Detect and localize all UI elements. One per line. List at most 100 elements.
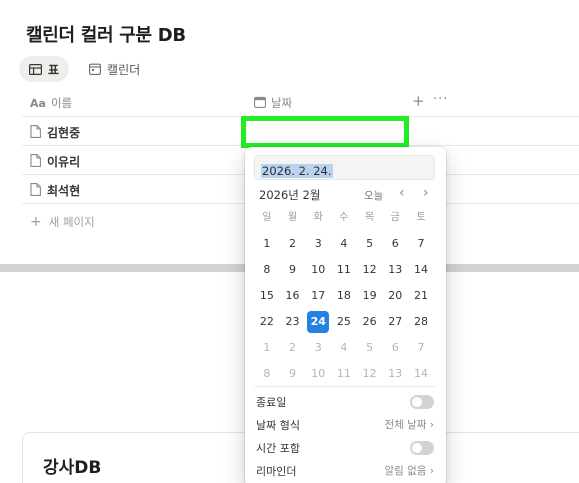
more-options-button[interactable]: ··· (433, 92, 448, 107)
calendar-day[interactable]: 13 (382, 361, 408, 387)
end-date-label: 종료일 (256, 396, 287, 409)
calendar-day[interactable]: 17 (305, 283, 331, 309)
calendar-day[interactable]: 12 (357, 361, 383, 387)
calendar-day[interactable]: 18 (331, 283, 357, 309)
calendar-week: 1234567 (254, 335, 434, 361)
calendar-day[interactable]: 5 (357, 231, 383, 257)
column-header-name[interactable]: Aa 이름 (30, 95, 72, 111)
calendar-property-icon (254, 96, 266, 111)
tab-table-view[interactable]: 표 (19, 56, 70, 82)
calendar-day[interactable]: 9 (280, 257, 306, 283)
new-page-label: 새 페이지 (48, 215, 95, 229)
calendar-day[interactable]: 9 (280, 361, 306, 387)
calendar-day[interactable]: 8 (254, 361, 280, 387)
calendar-day[interactable]: 16 (280, 283, 306, 309)
table-icon (29, 63, 42, 75)
calendar-day[interactable]: 2 (280, 231, 306, 257)
calendar-day[interactable]: 28 (408, 309, 434, 335)
row-name-text: 김현중 (47, 126, 81, 140)
calendar-day[interactable]: 24 (305, 309, 331, 335)
add-column-button[interactable]: + (412, 92, 425, 110)
include-time-option[interactable]: 시간 포함 (256, 438, 434, 456)
reminder-option[interactable]: 리마인더 알림 없음 › (256, 461, 434, 479)
calendar-day[interactable]: 7 (408, 231, 434, 257)
calendar-day[interactable]: 11 (331, 257, 357, 283)
date-format-option[interactable]: 날짜 형식 전체 날짜 › (256, 415, 434, 433)
page-icon (30, 124, 41, 141)
calendar-day[interactable]: 3 (305, 231, 331, 257)
row-name-text: 최석현 (47, 184, 81, 198)
calendar-day[interactable]: 20 (382, 283, 408, 309)
date-picker-popup: 2026. 2. 24. 2026년 2월 오늘 ‹ › 일월화수목금토 123… (245, 147, 446, 483)
weekday-label: 수 (339, 212, 349, 223)
weekday-label: 토 (416, 212, 426, 223)
calendar-day[interactable]: 27 (382, 309, 408, 335)
chevron-right-icon: › (429, 465, 434, 477)
date-cell-highlight[interactable] (241, 116, 409, 148)
calendar-week: 1234567 (254, 231, 434, 257)
calendar-day[interactable]: 10 (305, 257, 331, 283)
next-month-icon[interactable]: › (423, 185, 429, 201)
previous-month-icon[interactable]: ‹ (399, 185, 405, 201)
calendar-day[interactable]: 25 (331, 309, 357, 335)
calendar-day[interactable]: 22 (254, 309, 280, 335)
calendar-day[interactable]: 6 (382, 231, 408, 257)
column-header-date[interactable]: 날짜 (254, 95, 292, 111)
column-date-label: 날짜 (271, 96, 293, 110)
tab-calendar-view[interactable]: 캘린더 (79, 56, 150, 82)
new-page-button[interactable]: + 새 페이지 (30, 214, 95, 230)
weekday-label: 화 (313, 212, 323, 223)
calendar-day[interactable]: 1 (254, 335, 280, 361)
plus-icon: + (30, 214, 42, 230)
calendar-day[interactable]: 7 (408, 335, 434, 361)
include-time-toggle[interactable] (410, 441, 434, 455)
calendar-day[interactable]: 19 (357, 283, 383, 309)
calendar-day[interactable]: 23 (280, 309, 306, 335)
calendar-day[interactable]: 5 (357, 335, 383, 361)
row-name-cell[interactable]: 최석현 (30, 182, 80, 199)
page-icon (30, 153, 41, 170)
calendar-icon (89, 63, 101, 75)
calendar-day[interactable]: 14 (408, 361, 434, 387)
end-date-option[interactable]: 종료일 (256, 392, 434, 410)
calendar-week: 22 23 24 25 26 27 28 (254, 309, 434, 335)
calendar-day[interactable]: 6 (382, 335, 408, 361)
weekday-label: 목 (364, 212, 375, 223)
calendar-day[interactable]: 15 (254, 283, 280, 309)
calendar-day[interactable]: 26 (357, 309, 383, 335)
calendar-day[interactable]: 1 (254, 231, 280, 257)
month-navigation: 2026년 2월 오늘 ‹ › (259, 185, 435, 203)
picker-divider (254, 386, 436, 387)
calendar-day[interactable]: 21 (408, 283, 434, 309)
date-format-label: 날짜 형식 (256, 419, 300, 432)
calendar-day[interactable]: 4 (331, 335, 357, 361)
calendar-day[interactable]: 11 (331, 361, 357, 387)
text-property-icon: Aa (30, 96, 46, 110)
calendar-day[interactable]: 2 (280, 335, 306, 361)
table-header: Aa 이름 날짜 + ··· (22, 88, 579, 117)
calendar-week: 8 9 10 11 12 13 14 (254, 361, 434, 387)
calendar-day[interactable]: 12 (357, 257, 383, 283)
calendar-day[interactable]: 13 (382, 257, 408, 283)
calendar-grid: 일월화수목금토 1 2 3 4 5 6 7 8 9 10 11 12 13 14 15 16 17 18 19 20 2… (254, 208, 434, 387)
weekday-label: 일 (262, 212, 272, 223)
end-date-toggle[interactable] (410, 395, 434, 409)
date-input-field[interactable]: 2026. 2. 24. (254, 155, 435, 180)
row-name-cell[interactable]: 김현중 (30, 124, 80, 141)
reminder-label: 리마인더 (256, 465, 297, 478)
reminder-value: 알림 없음 › (384, 465, 434, 477)
today-button[interactable]: 오늘 (364, 188, 383, 203)
column-name-label: 이름 (50, 96, 73, 110)
tab-table-label: 표 (48, 62, 60, 77)
view-tabs: 표 캘린더 (19, 56, 150, 82)
row-name-cell[interactable]: 이유리 (30, 153, 80, 170)
row-name-text: 이유리 (47, 155, 81, 169)
calendar-day[interactable]: 10 (305, 361, 331, 387)
calendar-day[interactable]: 3 (305, 335, 331, 361)
calendar-week: 8 9 10 11 12 13 14 (254, 257, 434, 283)
calendar-day[interactable]: 4 (331, 231, 357, 257)
calendar-day[interactable]: 14 (408, 257, 434, 283)
calendar-weeks: 1 2 3 4 5 6 7 8 9 10 11 12 13 14 15 16 17 18 19 20 21 22 23 24 2… (254, 231, 434, 387)
page-title: 캘린더 컬러 구분 DB (26, 25, 186, 46)
calendar-day[interactable]: 8 (254, 257, 280, 283)
